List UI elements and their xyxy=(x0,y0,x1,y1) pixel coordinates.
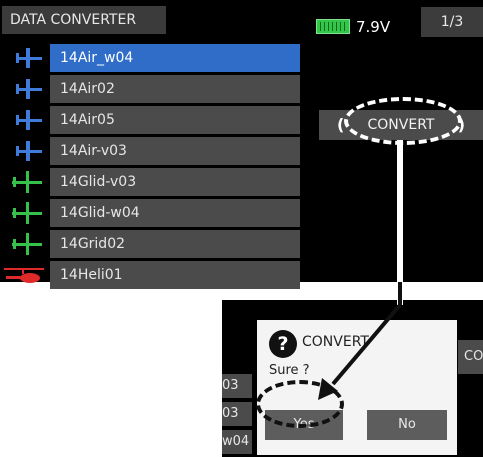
yes-highlight-oval xyxy=(256,380,344,428)
arrow-line-diagonal xyxy=(331,303,402,386)
callout-arrow xyxy=(318,140,403,400)
